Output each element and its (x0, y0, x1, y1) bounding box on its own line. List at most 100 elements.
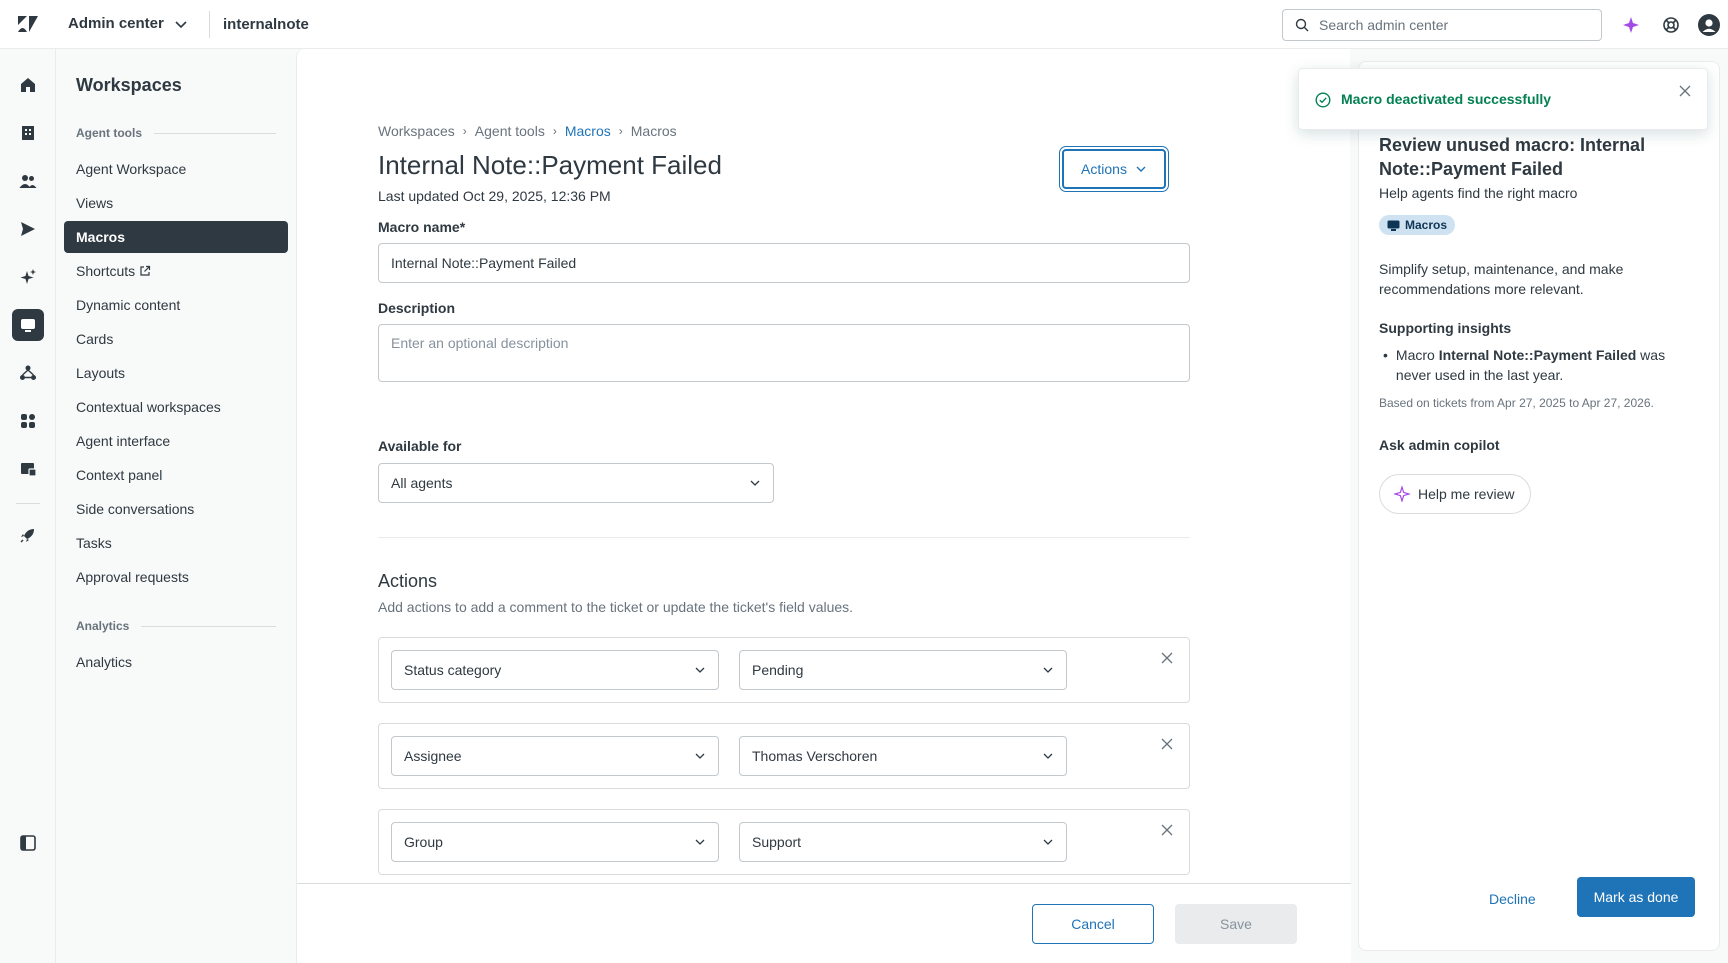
decline-button[interactable]: Decline (1489, 891, 1536, 907)
breadcrumb-agent-tools[interactable]: Agent tools (475, 123, 545, 139)
section-divider (378, 537, 1190, 538)
action-row: Status category Pending (378, 637, 1190, 703)
search-field[interactable] (1282, 9, 1602, 41)
account-building-icon[interactable] (12, 117, 44, 149)
user-avatar-icon[interactable] (1698, 14, 1720, 36)
nav-item-macros[interactable]: Macros (64, 221, 288, 253)
workspaces-icon[interactable] (12, 309, 44, 341)
search-icon (1295, 18, 1309, 32)
macro-editor: Workspaces › Agent tools › Macros › Macr… (296, 49, 1351, 963)
nav-title: Workspaces (76, 75, 182, 95)
action-row: Group Support (378, 809, 1190, 875)
copilot-sparkle-icon[interactable] (1620, 14, 1642, 36)
nav-item-cards[interactable]: Cards (64, 323, 288, 355)
search-input[interactable] (1319, 17, 1589, 33)
topbar-divider (209, 11, 210, 38)
account-billing-icon[interactable] (12, 453, 44, 485)
nav-item-views[interactable]: Views (64, 187, 288, 219)
copilot-heading: Ask admin copilot (1379, 437, 1500, 453)
nav-item-contextual-workspaces[interactable]: Contextual workspaces (64, 391, 288, 423)
nav-section-analytics: Analytics (76, 619, 276, 633)
mark-as-done-button[interactable]: Mark as done (1577, 877, 1695, 917)
action-value-select[interactable]: Thomas Verschoren (739, 736, 1067, 776)
product-name: Admin center (68, 15, 164, 32)
help-lifebuoy-icon[interactable] (1660, 14, 1682, 36)
apps-integrations-icon[interactable] (12, 405, 44, 437)
nav-item-dynamic-content[interactable]: Dynamic content (64, 289, 288, 321)
product-switcher[interactable]: Admin center (68, 15, 188, 32)
channels-send-icon[interactable] (12, 213, 44, 245)
recommendation-subtitle: Help agents find the right macro (1379, 185, 1578, 201)
nav-item-analytics[interactable]: Analytics (64, 646, 288, 678)
remove-action-button[interactable] (1157, 648, 1177, 668)
get-started-rocket-icon[interactable] (12, 519, 44, 551)
product-nav-rail (0, 49, 56, 963)
macros-tag: Macros (1379, 215, 1456, 235)
available-for-label: Available for (378, 438, 462, 454)
chevron-down-icon (1043, 753, 1053, 759)
recommendation-body: Simplify setup, maintenance, and make re… (1379, 261, 1624, 297)
macro-name-input[interactable]: Internal Note::Payment Failed (378, 243, 1190, 283)
chevron-down-icon (695, 839, 705, 845)
check-circle-icon (1315, 92, 1331, 108)
close-icon (1161, 738, 1173, 750)
insight-date-range: Based on tickets from Apr 27, 2025 to Ap… (1379, 396, 1654, 410)
breadcrumb: Workspaces › Agent tools › Macros › Macr… (378, 123, 677, 139)
breadcrumb-macros-link[interactable]: Macros (565, 123, 611, 139)
toast-message: Macro deactivated successfully (1341, 91, 1552, 107)
chevron-down-icon (1043, 667, 1053, 673)
nav-item-shortcuts[interactable]: Shortcuts (64, 255, 288, 287)
chevron-down-icon (695, 667, 705, 673)
zendesk-logo-icon[interactable] (17, 15, 39, 33)
last-updated: Last updated Oct 29, 2025, 12:36 PM (378, 188, 611, 204)
chevron-down-icon (750, 480, 760, 486)
objects-rules-icon[interactable] (12, 357, 44, 389)
insight-item: • Macro Internal Note::Payment Failed wa… (1383, 347, 1666, 383)
recommendation-panel: Review unused macro: Internal Note::Paym… (1358, 61, 1720, 951)
editor-footer: Cancel Save (297, 883, 1351, 963)
top-bar: Admin center internalnote (0, 0, 1728, 49)
ai-sparkle-icon[interactable] (12, 261, 44, 293)
chevron-down-icon (695, 753, 705, 759)
admin-center-app: Admin center internalnote Search admin c… (0, 0, 1728, 963)
breadcrumb-workspaces[interactable]: Workspaces (378, 123, 455, 139)
nav-item-side-conversations[interactable]: Side conversations (64, 493, 288, 525)
remove-action-button[interactable] (1157, 734, 1177, 754)
nav-item-approval-requests[interactable]: Approval requests (64, 561, 288, 593)
toast-close-button[interactable] (1675, 81, 1695, 101)
chevron-down-icon (175, 20, 187, 28)
action-field-select[interactable]: Group (391, 822, 719, 862)
help-me-review-button[interactable]: Help me review (1379, 474, 1532, 514)
save-button[interactable]: Save (1175, 904, 1297, 944)
action-value-select[interactable]: Pending (739, 650, 1067, 690)
account-name: internalnote (223, 16, 309, 33)
action-row: Assignee Thomas Verschoren (378, 723, 1190, 789)
people-icon[interactable] (12, 165, 44, 197)
external-link-icon (140, 265, 151, 276)
action-field-select[interactable]: Assignee (391, 736, 719, 776)
available-for-select[interactable]: All agents (378, 463, 774, 503)
description-textarea[interactable]: Enter an optional description (378, 324, 1190, 382)
breadcrumb-current: Macros (630, 123, 677, 139)
nav-item-tasks[interactable]: Tasks (64, 527, 288, 559)
nav-item-layouts[interactable]: Layouts (64, 357, 288, 389)
nav-item-context-panel[interactable]: Context panel (64, 459, 288, 491)
chevron-down-icon (1043, 839, 1053, 845)
collapse-sidebar-icon[interactable] (16, 831, 40, 855)
action-value-select[interactable]: Support (739, 822, 1067, 862)
nav-item-agent-interface[interactable]: Agent interface (64, 425, 288, 457)
description-label: Description (378, 300, 456, 316)
nav-item-agent-workspace[interactable]: Agent Workspace (64, 153, 288, 185)
close-icon (1679, 85, 1691, 97)
chevron-right-icon: › (552, 124, 557, 138)
action-field-select[interactable]: Status category (391, 650, 719, 690)
remove-action-button[interactable] (1157, 820, 1177, 840)
actions-section-title: Actions (378, 571, 438, 591)
cancel-button[interactable]: Cancel (1032, 904, 1154, 944)
home-icon[interactable] (12, 69, 44, 101)
page-title: Internal Note::Payment Failed (378, 150, 722, 180)
actions-menu-button[interactable]: Actions (1062, 149, 1166, 189)
chevron-right-icon: › (462, 124, 467, 138)
success-toast: Macro deactivated successfully (1298, 68, 1708, 130)
recommendation-title: Review unused macro: Internal Note::Paym… (1379, 135, 1646, 179)
